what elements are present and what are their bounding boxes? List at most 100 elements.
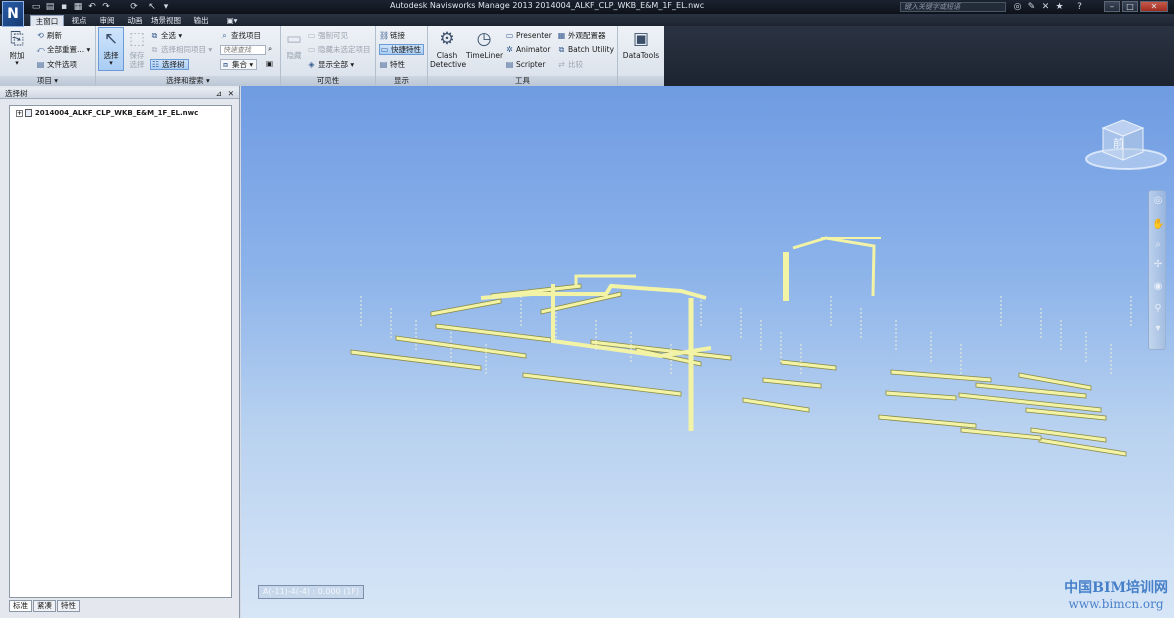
select-button[interactable]: ↖ 选择 ▾ bbox=[98, 27, 124, 71]
select-cursor-icon[interactable]: ↖ bbox=[146, 1, 158, 13]
unhide-all-button[interactable]: ◈ 显示全部 ▾ bbox=[307, 60, 354, 69]
viewcube-face-label[interactable]: 前 bbox=[1113, 136, 1124, 150]
save-icon[interactable]: ▪ bbox=[58, 1, 70, 13]
scripter-button[interactable]: ▤ Scripter bbox=[505, 60, 546, 69]
refresh-button[interactable]: ⟲ 刷新 bbox=[36, 31, 62, 40]
appearance-profiler-button[interactable]: ▦ 外观配置器 bbox=[557, 31, 606, 40]
tab-viewpoint[interactable]: 视点 bbox=[66, 15, 92, 26]
pin-icon[interactable]: ⊿ bbox=[216, 88, 222, 99]
timeliner-button[interactable]: ◷ TimeLiner bbox=[466, 28, 503, 60]
viewcube[interactable]: 前 bbox=[1081, 114, 1171, 174]
open-file-icon[interactable]: ▤ bbox=[44, 1, 56, 13]
navbar-options-icon[interactable]: ▾ bbox=[1152, 323, 1164, 335]
minimize-button[interactable]: – bbox=[1104, 1, 1120, 12]
properties-button[interactable]: ▤ 特性 bbox=[379, 60, 405, 69]
select-same-button[interactable]: ⧉ 选择相同项目 ▾ bbox=[150, 45, 213, 54]
qat-dropdown-icon[interactable]: ▾ bbox=[160, 1, 172, 13]
save-selection-button[interactable]: ⬚ 保存 选择 bbox=[126, 28, 148, 69]
communication-icon[interactable]: ✕ bbox=[1040, 1, 1051, 13]
reset-all-button[interactable]: ⤺ 全部重置... ▾ bbox=[36, 45, 90, 54]
zoom-window-icon[interactable]: ⌕ bbox=[1152, 239, 1164, 251]
append-button[interactable]: ⎘ 附加 ▾ bbox=[4, 28, 30, 67]
quick-properties-button[interactable]: ▭ 快捷特性 bbox=[379, 44, 424, 55]
unhide-all-label: 显示全部 bbox=[318, 60, 348, 69]
help-search-input[interactable]: 键入关键字或短语 bbox=[900, 2, 1006, 12]
links-label: 链接 bbox=[390, 31, 405, 40]
manage-sets-icon[interactable]: ▣ bbox=[266, 59, 273, 68]
model-canvas[interactable] bbox=[241, 86, 1174, 618]
batch-utility-button[interactable]: ⧉ Batch Utility bbox=[557, 45, 614, 54]
refresh-icon[interactable]: ⟳ bbox=[128, 1, 140, 13]
steering-wheel-icon[interactable]: ◎ bbox=[1152, 195, 1164, 207]
hide-unselected-button[interactable]: ▭ 隐藏未选定项目 bbox=[307, 45, 371, 54]
3d-viewport[interactable]: 前 ◎ ✋ ⌕ ✢ ◉ ⚲ ▾ A(-11)-4(-4) : 0.000 (1F… bbox=[241, 86, 1174, 618]
select-search-panel-label[interactable]: 选择和搜索 ▾ bbox=[96, 76, 280, 86]
walk-icon[interactable]: ⚲ bbox=[1152, 303, 1164, 315]
compare-button[interactable]: ⇄ 比较 bbox=[557, 60, 583, 69]
cable-tray[interactable] bbox=[885, 390, 957, 401]
cable-tray[interactable] bbox=[435, 323, 552, 343]
conduit[interactable] bbox=[574, 274, 636, 286]
selection-tree-button[interactable]: ☷ 选择树 bbox=[150, 59, 189, 70]
binoculars-icon[interactable]: ◎ bbox=[1012, 1, 1023, 13]
cable-tray[interactable] bbox=[522, 372, 682, 397]
sets-dropdown[interactable]: ⧈ 集合 ▾ bbox=[220, 59, 258, 70]
tab-scene-view[interactable]: 场景视图 bbox=[148, 15, 184, 26]
maximize-button[interactable]: □ bbox=[1122, 1, 1138, 12]
cable-tray[interactable] bbox=[1018, 372, 1092, 391]
tab-properties[interactable]: 特性 bbox=[57, 600, 80, 612]
cable-tray[interactable] bbox=[742, 397, 810, 413]
redo-icon[interactable]: ↷ bbox=[100, 1, 112, 13]
cable-tray[interactable] bbox=[890, 369, 992, 383]
conduit[interactable] bbox=[792, 236, 876, 297]
selection-tree[interactable]: + 2014004_ALKF_CLP_WKB_E&M_1F_EL.nwc bbox=[9, 105, 232, 598]
links-button[interactable]: ⛓链接 bbox=[379, 31, 405, 40]
quick-find-search-icon[interactable]: ⌕ bbox=[268, 44, 272, 53]
tab-compact[interactable]: 紧凑 bbox=[33, 600, 56, 612]
tree-item[interactable]: + 2014004_ALKF_CLP_WKB_E&M_1F_EL.nwc bbox=[16, 109, 198, 118]
cable-tray[interactable] bbox=[1038, 437, 1127, 457]
subscription-icon[interactable]: ✎ bbox=[1026, 1, 1037, 13]
new-file-icon[interactable]: ▭ bbox=[30, 1, 42, 13]
clash-label-2: Detective bbox=[430, 60, 467, 69]
require-icon: ▭ bbox=[307, 31, 316, 40]
tab-standard[interactable]: 标准 bbox=[9, 600, 32, 612]
quick-properties-icon: ▭ bbox=[380, 45, 389, 54]
hide-button[interactable]: ▭ 隐藏 bbox=[283, 28, 305, 60]
print-icon[interactable]: ▦ bbox=[72, 1, 84, 13]
properties-label: 特性 bbox=[390, 60, 405, 69]
orbit-icon[interactable]: ✢ bbox=[1152, 259, 1164, 271]
clash-detective-button[interactable]: ⚙ Clash Detective bbox=[430, 28, 467, 69]
help-icon[interactable]: ? bbox=[1074, 1, 1085, 13]
tools-panel-label: 工具 bbox=[428, 76, 617, 86]
tab-animation[interactable]: 动画 bbox=[122, 15, 148, 26]
project-panel-label[interactable]: 项目 ▾ bbox=[0, 76, 95, 86]
require-button[interactable]: ▭ 强制可见 bbox=[307, 31, 348, 40]
pan-hand-icon[interactable]: ✋ bbox=[1152, 219, 1164, 231]
cable-tray[interactable] bbox=[762, 377, 822, 389]
cable-tray[interactable] bbox=[960, 427, 1042, 441]
undo-icon[interactable]: ↶ bbox=[86, 1, 98, 13]
animator-button[interactable]: ✲ Animator bbox=[505, 45, 550, 54]
quick-find-input[interactable]: 快速查找 bbox=[220, 45, 266, 55]
find-items-button[interactable]: ⌕ 查找项目 bbox=[220, 31, 261, 40]
cable-tray[interactable] bbox=[878, 414, 977, 429]
camera-dropdown-icon[interactable]: ▣▾ bbox=[222, 15, 242, 26]
cable-tray[interactable] bbox=[780, 359, 837, 371]
cable-tray[interactable] bbox=[350, 349, 482, 371]
tab-review[interactable]: 审阅 bbox=[94, 15, 120, 26]
cable-tray[interactable] bbox=[430, 298, 502, 317]
tab-output[interactable]: 输出 bbox=[188, 15, 214, 26]
presenter-button[interactable]: ▭ Presenter bbox=[505, 31, 552, 40]
expand-icon[interactable]: + bbox=[16, 109, 23, 117]
app-menu-button[interactable]: N bbox=[2, 1, 24, 27]
close-pane-icon[interactable]: ✕ bbox=[228, 88, 234, 99]
select-all-button[interactable]: ⧉ 全选 ▾ bbox=[150, 31, 183, 40]
look-around-icon[interactable]: ◉ bbox=[1152, 281, 1164, 293]
favorites-star-icon[interactable]: ★ bbox=[1054, 1, 1065, 13]
file-options-button[interactable]: ▤ 文件选项 bbox=[36, 60, 77, 69]
cable-tray[interactable] bbox=[395, 335, 527, 359]
close-button[interactable]: ✕ bbox=[1140, 1, 1168, 12]
datatools-button[interactable]: ▣ DataTools bbox=[620, 28, 662, 60]
tab-home[interactable]: 主窗口 bbox=[30, 15, 64, 26]
